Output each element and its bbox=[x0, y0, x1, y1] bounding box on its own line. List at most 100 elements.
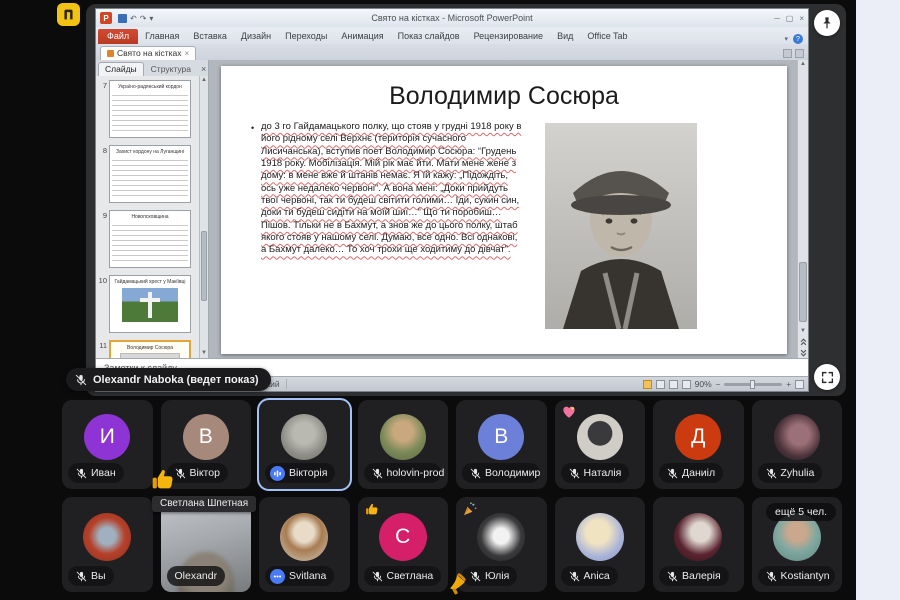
bullet-marker: • bbox=[251, 121, 261, 329]
previous-slide-button[interactable] bbox=[798, 336, 808, 347]
tab-bar-button[interactable] bbox=[783, 49, 792, 58]
participant-tile-Даниіл[interactable]: ДДаниіл bbox=[653, 400, 744, 489]
scrollbar-thumb[interactable] bbox=[201, 231, 207, 301]
scroll-up-icon[interactable]: ▲ bbox=[200, 76, 208, 85]
thumbnail-text-preview bbox=[112, 93, 188, 131]
ribbon-tab-главная[interactable]: Главная bbox=[138, 29, 186, 44]
ribbon-tab-вид[interactable]: Вид bbox=[550, 29, 580, 44]
avatar-photo bbox=[281, 414, 327, 460]
ribbon-tab-вставка[interactable]: Вставка bbox=[186, 29, 233, 44]
name-pill: holovin-prod bbox=[364, 463, 442, 483]
participant-tile-Иван[interactable]: И Иван bbox=[62, 400, 153, 489]
tab-slides[interactable]: Слайды bbox=[98, 62, 144, 76]
expand-share-button[interactable] bbox=[814, 364, 840, 390]
app-logo[interactable] bbox=[57, 3, 80, 26]
editor-scrollbar[interactable]: ▲ ▼ bbox=[797, 60, 808, 358]
ribbon-tab-анимация[interactable]: Анимация bbox=[334, 29, 390, 44]
presenter-banner[interactable]: Olexandr Naboka (ведет показ) bbox=[66, 368, 271, 391]
tab-outline[interactable]: Структура bbox=[145, 63, 197, 76]
participant-tile-Светлана[interactable]: CСветлана bbox=[358, 497, 449, 592]
party-reaction-icon bbox=[462, 501, 478, 517]
participant-tile-Володимир[interactable]: ВВолодимир bbox=[456, 400, 547, 489]
thumbnail-text-preview bbox=[112, 158, 188, 196]
zoom-in-icon[interactable]: + bbox=[786, 380, 791, 389]
help-icon[interactable]: ? bbox=[793, 34, 803, 44]
scrollbar-thumb[interactable] bbox=[799, 262, 807, 322]
thumbnail-row: 8Захист кордону на Луганщині bbox=[96, 145, 199, 203]
slide-thumbnail-10[interactable]: Гайдамацький хрест у Макіївці bbox=[109, 275, 191, 333]
tile-background: ВВолодимир bbox=[456, 400, 547, 489]
mic-off-icon bbox=[75, 374, 87, 386]
pin-share-button[interactable] bbox=[814, 10, 840, 36]
presenter-label: Olexandr Naboka (ведет показ) bbox=[93, 374, 259, 386]
more-participants-badge[interactable]: ещё 5 чел. bbox=[766, 503, 836, 521]
participant-name: Kostiantyn bbox=[781, 570, 830, 582]
name-pill: Светлана bbox=[364, 566, 442, 586]
pane-scrollbar[interactable]: ▲ ▼ bbox=[199, 76, 208, 358]
participant-tile-Anica[interactable]: Anica bbox=[555, 497, 646, 592]
mic-off-icon bbox=[569, 468, 580, 479]
participant-tile-Наталія[interactable]: Наталія bbox=[555, 400, 646, 489]
document-tab[interactable]: Свято на кістках × bbox=[100, 46, 196, 60]
name-pill: Kostiantyn bbox=[758, 566, 836, 586]
ribbon-tab-рецензирование[interactable]: Рецензирование bbox=[467, 29, 551, 44]
ribbon-tab-переходы[interactable]: Переходы bbox=[278, 29, 334, 44]
document-tab-close-icon[interactable]: × bbox=[184, 49, 189, 58]
zoom-out-icon[interactable]: − bbox=[716, 380, 721, 389]
slide-thumbnail-8[interactable]: Захист кордону на Луганщині bbox=[109, 145, 191, 203]
slide-number: 7 bbox=[96, 80, 109, 138]
scroll-down-icon[interactable]: ▼ bbox=[200, 349, 208, 358]
avatar-photo bbox=[577, 414, 623, 460]
ribbon-tab-показ-слайдов[interactable]: Показ слайдов bbox=[391, 29, 467, 44]
next-slide-button[interactable] bbox=[798, 347, 808, 358]
participant-tile-holovin-prod[interactable]: holovin-prod bbox=[358, 400, 449, 489]
participant-tile-Юлія[interactable]: Юлія bbox=[456, 497, 547, 592]
maximize-button[interactable]: ▢ bbox=[786, 14, 794, 23]
zoom-slider-knob[interactable] bbox=[750, 380, 755, 389]
zoom-slider[interactable] bbox=[724, 383, 782, 386]
participant-tile-Валерія[interactable]: Валерія bbox=[653, 497, 744, 592]
current-slide[interactable]: Володимир Сосюра • до 3 го Гайдамацького… bbox=[221, 66, 787, 354]
name-pill: Валерія bbox=[659, 566, 729, 586]
thumbnail-row: 10Гайдамацький хрест у Макіївці bbox=[96, 275, 199, 333]
slide-number: 8 bbox=[96, 145, 109, 203]
participant-tile-Вы[interactable]: Вы bbox=[62, 497, 153, 592]
slide-thumbnail-11[interactable]: Володимир Сосюра bbox=[109, 340, 191, 358]
participant-tile-Zyhulia[interactable]: Zyhulia bbox=[752, 400, 843, 489]
fit-to-window-icon[interactable] bbox=[795, 380, 804, 389]
window-controls[interactable]: ─ ▢ × bbox=[774, 14, 804, 23]
participant-tile-Вікторія[interactable]: Вікторія bbox=[259, 400, 350, 489]
reading-view-icon[interactable] bbox=[669, 380, 678, 389]
slideshow-view-icon[interactable] bbox=[682, 380, 691, 389]
participant-tile-Віктор[interactable]: ВВіктор bbox=[161, 400, 252, 489]
document-tab-bar: Свято на кістках × bbox=[96, 44, 808, 60]
tab-bar-button[interactable] bbox=[795, 49, 804, 58]
sorter-view-icon[interactable] bbox=[656, 380, 665, 389]
slide-thumbnail-7[interactable]: Україно-радянський кордон bbox=[109, 80, 191, 138]
scroll-up-icon[interactable]: ▲ bbox=[798, 60, 808, 69]
powerpoint-window: P ↶ ↷ ▾ Свято на кістках - Microsoft Pow… bbox=[95, 8, 809, 392]
mic-off-icon bbox=[372, 468, 383, 479]
slide-editor[interactable]: Володимир Сосюра • до 3 го Гайдамацького… bbox=[209, 60, 808, 358]
name-pill: Zyhulia bbox=[758, 463, 823, 483]
avatar-photo bbox=[477, 513, 525, 561]
name-pill: Иван bbox=[68, 463, 124, 483]
normal-view-icon[interactable] bbox=[643, 380, 652, 389]
minimize-button[interactable]: ─ bbox=[774, 14, 780, 23]
ppt-titlebar[interactable]: P ↶ ↷ ▾ Свято на кістках - Microsoft Pow… bbox=[96, 9, 808, 27]
scroll-down-icon[interactable]: ▼ bbox=[798, 327, 808, 336]
participant-tile-Svitlana[interactable]: Svitlana bbox=[259, 497, 350, 592]
mic-off-icon bbox=[470, 468, 481, 479]
ribbon-tab-дизайн[interactable]: Дизайн bbox=[234, 29, 278, 44]
slides-pane: Слайды Структура × 7Україно-радянський к… bbox=[96, 60, 209, 358]
close-button[interactable]: × bbox=[799, 14, 804, 23]
avatar-letter: В bbox=[183, 414, 229, 460]
avatar-letter: И bbox=[84, 414, 130, 460]
pane-close-icon[interactable]: × bbox=[198, 64, 209, 76]
ribbon-tab-office-tab[interactable]: Office Tab bbox=[580, 29, 634, 44]
participant-tile-Kostiantyn[interactable]: Kostiantyn ещё 5 чел. bbox=[752, 497, 843, 592]
ribbon-tab-file[interactable]: Файл bbox=[98, 29, 138, 44]
slide-thumbnail-9[interactable]: Новопсковщина bbox=[109, 210, 191, 268]
ribbon-collapse-icon[interactable]: ▾ bbox=[784, 35, 788, 43]
tile-background: Anica bbox=[555, 497, 646, 592]
